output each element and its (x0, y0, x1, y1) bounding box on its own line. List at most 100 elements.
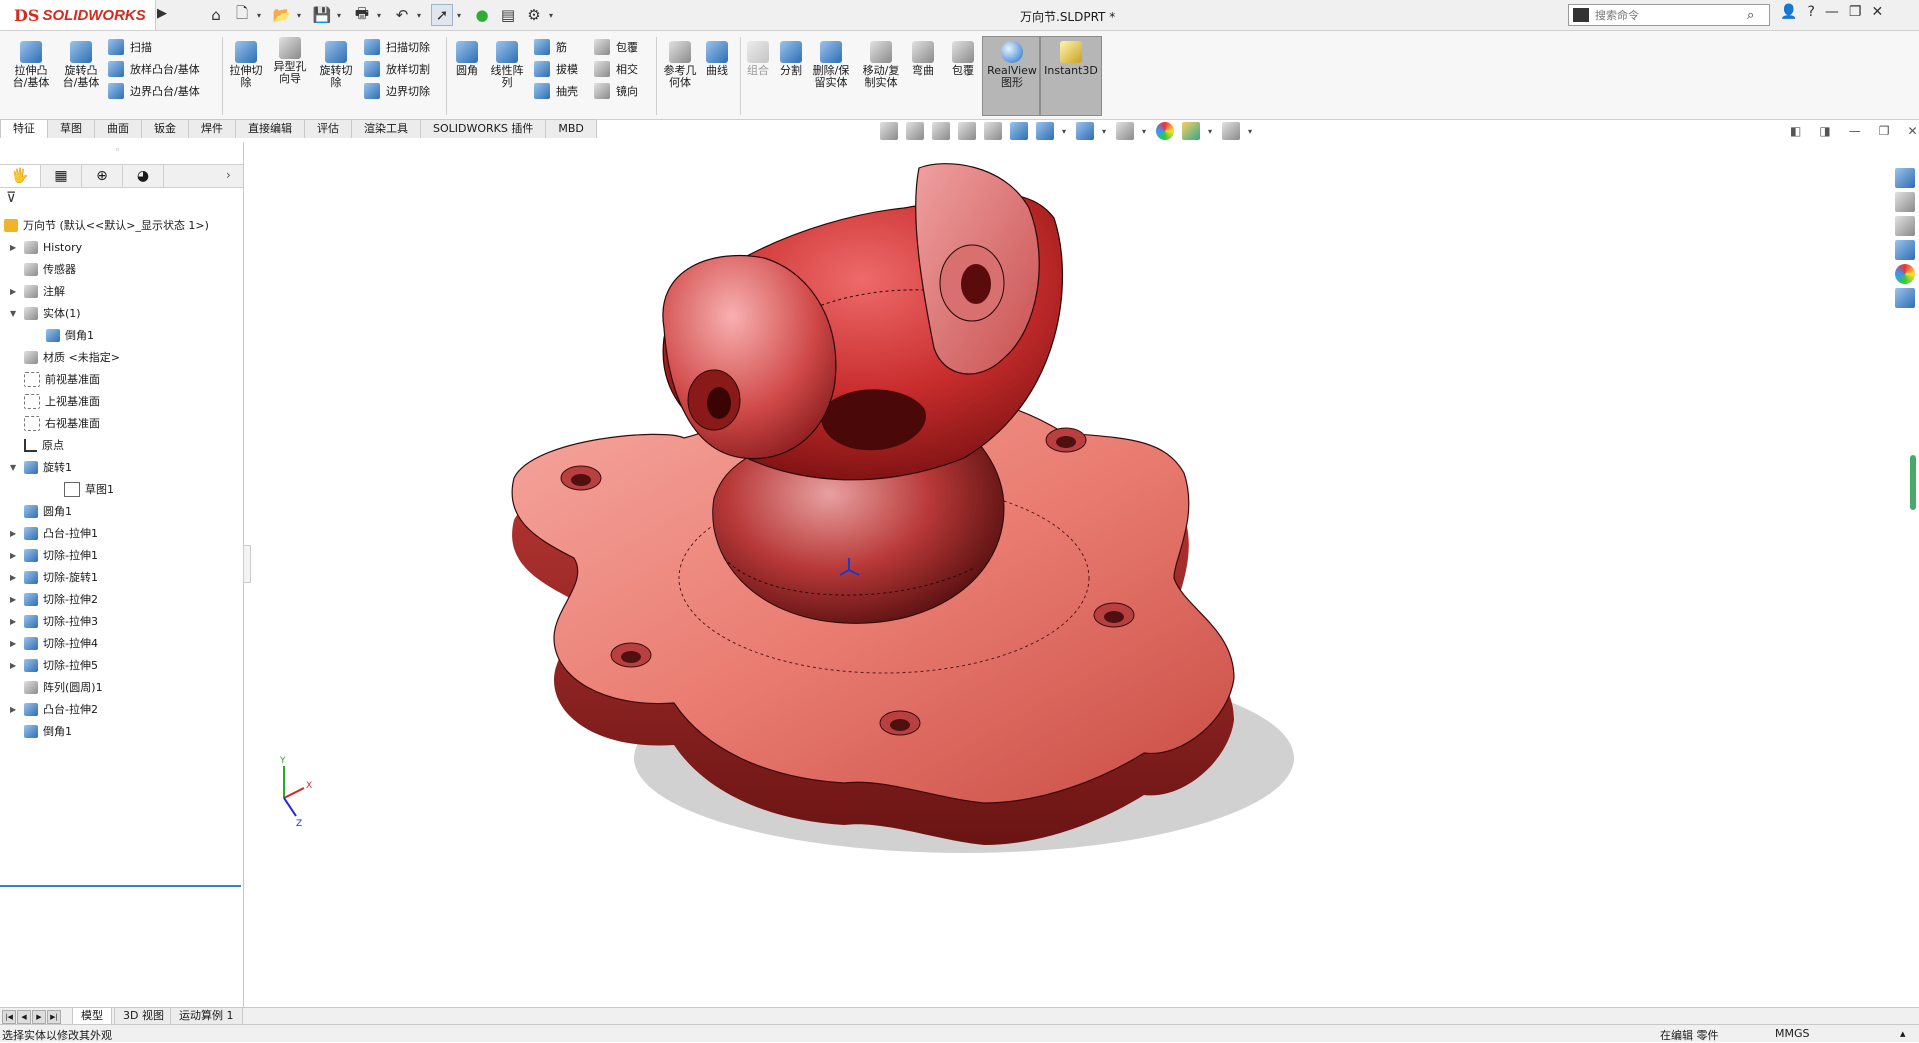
file-explorer-icon[interactable] (1895, 216, 1915, 236)
tree-item-material[interactable]: 材质 <未指定> (10, 347, 120, 367)
tree-item-chamfer-body[interactable]: 倒角1 (32, 325, 94, 345)
expand-arrow-icon[interactable]: ▶ (10, 595, 20, 604)
select-dropdown-icon[interactable]: ▾ (457, 4, 467, 26)
tree-item-boss-extrude1[interactable]: ▶ 凸台-拉伸1 (10, 523, 98, 543)
expand-arrow-icon[interactable]: ▶ (10, 287, 20, 296)
tab-sheet-metal[interactable]: 钣金 (141, 119, 189, 138)
tab-surfaces[interactable]: 曲面 (94, 119, 142, 138)
realview-toggle[interactable]: RealView图形 (982, 36, 1040, 116)
sweep-cut-button[interactable]: 扫描切除 (364, 39, 430, 55)
options-gear-icon[interactable]: ⚙ (523, 4, 545, 26)
tab-direct-editing[interactable]: 直接编辑 (235, 119, 305, 138)
tree-item-right-plane[interactable]: 右视基准面 (10, 413, 100, 433)
curves-button[interactable]: 曲线 (702, 41, 732, 77)
flex-button[interactable]: 弯曲 (908, 41, 938, 77)
panel-expand-chevron-icon[interactable]: › (226, 168, 231, 182)
tree-item-fillet1[interactable]: 圆角1 (10, 501, 72, 521)
property-manager-tab-icon[interactable]: ▦ (41, 165, 82, 187)
rib-button[interactable]: 筋 (534, 39, 567, 55)
solidworks-resources-icon[interactable] (1895, 168, 1915, 188)
home-icon[interactable]: ⌂ (205, 4, 227, 26)
search-box[interactable]: ⌕ (1568, 4, 1770, 26)
tab-solidworks-addins[interactable]: SOLIDWORKS 插件 (420, 119, 547, 138)
fillet-button[interactable]: 圆角 (452, 41, 482, 77)
tab-weldments[interactable]: 焊件 (188, 119, 236, 138)
view-palette-icon[interactable] (1895, 240, 1915, 260)
save-icon[interactable]: 💾 (311, 4, 333, 26)
search-icon[interactable]: ⌕ (1747, 8, 1754, 23)
tree-item-cut-extrude2[interactable]: ▶ 切除-拉伸2 (10, 589, 98, 609)
tree-item-chamfer1[interactable]: 倒角1 (10, 721, 72, 741)
instant3d-toggle[interactable]: Instant3D (1040, 36, 1102, 116)
display-manager-tab-icon[interactable]: ◕ (123, 165, 164, 187)
tab-render-tools[interactable]: 渲染工具 (351, 119, 421, 138)
tab-model[interactable]: 模型 (72, 1008, 112, 1025)
expand-arrow-icon[interactable]: ▶ (10, 243, 20, 252)
viewport-collapse-right-icon[interactable]: ◨ (1819, 124, 1830, 138)
instant3d-button[interactable]: Instant3D (1044, 41, 1098, 77)
expand-arrow-icon[interactable]: ▶ (10, 705, 20, 714)
viewport-collapse-left-icon[interactable]: ◧ (1790, 124, 1801, 138)
last-tab-icon[interactable]: ▶| (47, 1010, 61, 1024)
tab-sketch[interactable]: 草图 (47, 119, 95, 138)
close-icon[interactable]: ✕ (1871, 4, 1883, 20)
file-properties-icon[interactable]: ▤ (497, 4, 519, 26)
tree-item-sensors[interactable]: 传感器 (10, 259, 76, 279)
tree-item-annotations[interactable]: ▶ 注解 (10, 281, 65, 301)
options-dropdown-icon[interactable]: ▾ (549, 4, 559, 26)
expand-arrow-icon[interactable]: ▶ (10, 573, 20, 582)
view-type-dropdown-icon[interactable]: ▾ (1062, 127, 1068, 136)
loft-boss-button[interactable]: 放样凸台/基体 (108, 61, 200, 77)
help-question-icon[interactable]: ? (1807, 4, 1814, 20)
minimize-icon[interactable]: — (1825, 4, 1839, 20)
select-cursor-icon[interactable]: ➚ (431, 4, 453, 26)
viewport-close-icon[interactable]: ✕ (1907, 124, 1917, 138)
split-button[interactable]: 分割 (776, 41, 806, 77)
shell-button[interactable]: 抽壳 (534, 83, 578, 99)
collapse-arrow-icon[interactable]: ▼ (10, 309, 20, 318)
extrude-boss-button[interactable]: 拉伸凸台/基体 (10, 41, 52, 89)
move-copy-body-button[interactable]: 移动/复制实体 (860, 41, 902, 89)
unit-system-selector[interactable]: MMGS (1775, 1027, 1810, 1040)
extrude-cut-button[interactable]: 拉伸切除 (228, 41, 264, 89)
display-style-dropdown-icon[interactable]: ▾ (1102, 127, 1108, 136)
wrap-button[interactable]: 包覆 (594, 39, 638, 55)
expand-arrow-icon[interactable]: ▶ (10, 529, 20, 538)
save-dropdown-icon[interactable]: ▾ (337, 4, 347, 26)
boundary-boss-button[interactable]: 边界凸台/基体 (108, 83, 200, 99)
tree-item-circular-pattern1[interactable]: 阵列(圆周)1 (10, 677, 103, 697)
reference-geometry-button[interactable]: 参考几何体 (662, 41, 698, 89)
filter-icon[interactable]: ⊽ (6, 190, 24, 208)
design-library-icon[interactable] (1895, 192, 1915, 212)
user-account-icon[interactable]: 👤 (1780, 4, 1797, 20)
expand-arrow-icon[interactable]: ▶ (10, 639, 20, 648)
combine-button[interactable]: 组合 (744, 41, 772, 77)
tree-item-cut-extrude3[interactable]: ▶ 切除-拉伸3 (10, 611, 98, 631)
view-orientation-triad[interactable]: Y X Z (279, 756, 312, 829)
wrap2-button[interactable]: 包覆 (948, 41, 978, 77)
restore-icon[interactable]: ❐ (1849, 4, 1862, 20)
new-document-icon[interactable]: 🗋 (231, 4, 253, 26)
expand-arrow-icon[interactable]: ▶ (10, 551, 20, 560)
tree-item-cut-extrude4[interactable]: ▶ 切除-拉伸4 (10, 633, 98, 653)
configuration-manager-tab-icon[interactable]: ⊕ (82, 165, 123, 187)
tree-item-cut-revolve1[interactable]: ▶ 切除-旋转1 (10, 567, 98, 587)
appearances-icon[interactable] (1895, 264, 1915, 284)
graphics-area[interactable]: Y X Z (244, 138, 1890, 1008)
prev-tab-icon[interactable]: ◀ (17, 1010, 31, 1024)
undo-icon[interactable]: ↶ (391, 4, 413, 26)
status-expand-icon[interactable]: ▴ (1900, 1027, 1906, 1040)
tree-item-front-plane[interactable]: 前视基准面 (10, 369, 100, 389)
menu-expand-arrow-icon[interactable]: ▶ (157, 6, 171, 24)
loft-cut-button[interactable]: 放样切割 (364, 61, 430, 77)
scene-dropdown-icon[interactable]: ▾ (1208, 127, 1214, 136)
sweep-button[interactable]: 扫描 (108, 39, 152, 55)
tab-mbd[interactable]: MBD (545, 119, 597, 138)
panel-grip-icon[interactable]: ◦ (115, 146, 120, 156)
new-dropdown-icon[interactable]: ▾ (257, 4, 267, 26)
task-pane-scroll-indicator[interactable] (1910, 455, 1916, 510)
print-icon[interactable]: 🖶 (351, 4, 373, 26)
tree-item-cut-extrude5[interactable]: ▶ 切除-拉伸5 (10, 655, 98, 675)
tree-item-revolve1[interactable]: ▼ 旋转1 (10, 457, 72, 477)
boundary-cut-button[interactable]: 边界切除 (364, 83, 430, 99)
